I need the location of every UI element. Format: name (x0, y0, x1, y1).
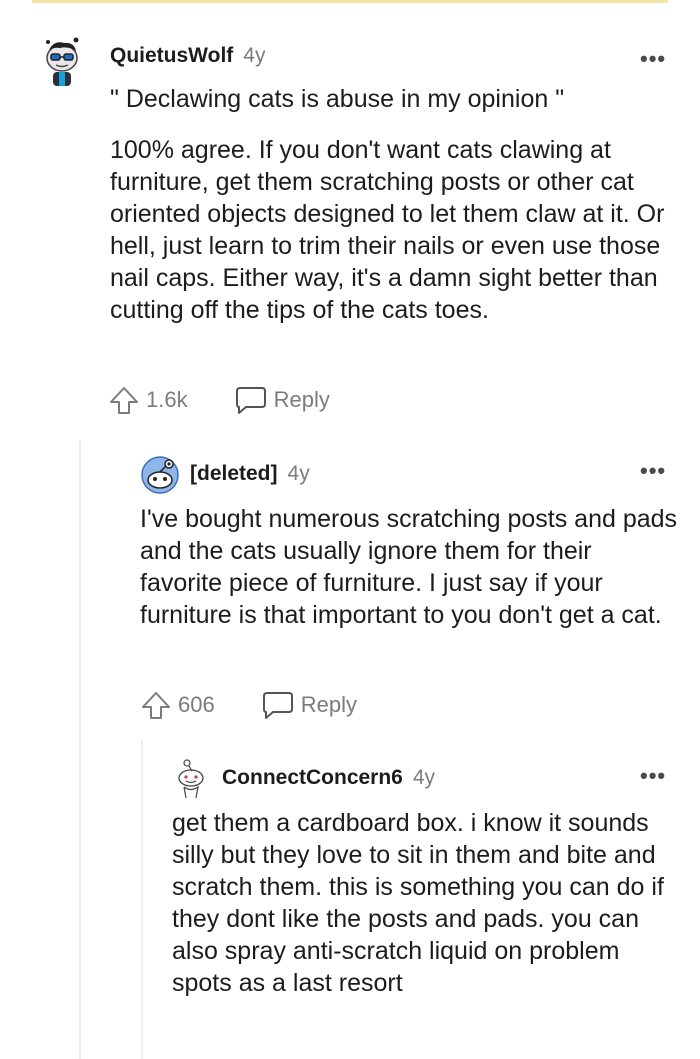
comment-body: 100% agree. If you don't want cats clawi… (110, 134, 680, 326)
quoted-text: " Declawing cats is abuse in my opinion … (110, 85, 565, 113)
vote-count: 1.6k (146, 387, 188, 412)
reply-bubble-icon (262, 692, 293, 719)
thread-line-level-1 (79, 440, 81, 1059)
upvote-button[interactable]: 606 (140, 689, 215, 721)
top-divider (32, 0, 668, 3)
sketch-snoo-icon (178, 759, 204, 799)
reply-label: Reply (300, 692, 357, 717)
more-options-button[interactable]: ••• (640, 48, 666, 70)
comment-text: get them a cardboard box. i know it soun… (172, 809, 664, 997)
vote-count: 606 (178, 692, 215, 717)
author-name[interactable]: ConnectConcern6 (222, 766, 403, 790)
avatar[interactable] (40, 34, 84, 90)
author-name[interactable]: QuietusWolf (110, 44, 233, 68)
comment-text: 100% agree. If you don't want cats clawi… (110, 136, 665, 324)
snoo-avatar-icon (46, 37, 79, 86)
reply-bubble-icon (235, 387, 266, 414)
avatar[interactable] (140, 455, 180, 495)
thread-line-level-2 (141, 740, 143, 1059)
avatar[interactable] (174, 758, 208, 802)
comment-body: I've bought numerous scratching posts an… (140, 503, 680, 631)
comment-body: get them a cardboard box. i know it soun… (172, 807, 682, 999)
more-options-button[interactable]: ••• (640, 460, 666, 482)
upvote-arrow-icon (110, 387, 138, 414)
more-options-button[interactable]: ••• (640, 765, 666, 787)
reply-label: Reply (273, 387, 330, 412)
default-snoo-icon (141, 456, 179, 494)
upvote-button[interactable]: 1.6k (108, 384, 188, 416)
reply-button[interactable]: Reply (261, 689, 357, 721)
comment-age: 4y (243, 44, 266, 67)
comment-text: I've bought numerous scratching posts an… (140, 505, 678, 629)
comment-age: 4y (287, 462, 310, 485)
author-name[interactable]: [deleted] (190, 462, 278, 486)
upvote-arrow-icon (142, 692, 170, 719)
comment-age: 4y (412, 766, 436, 789)
reply-button[interactable]: Reply (234, 384, 330, 416)
